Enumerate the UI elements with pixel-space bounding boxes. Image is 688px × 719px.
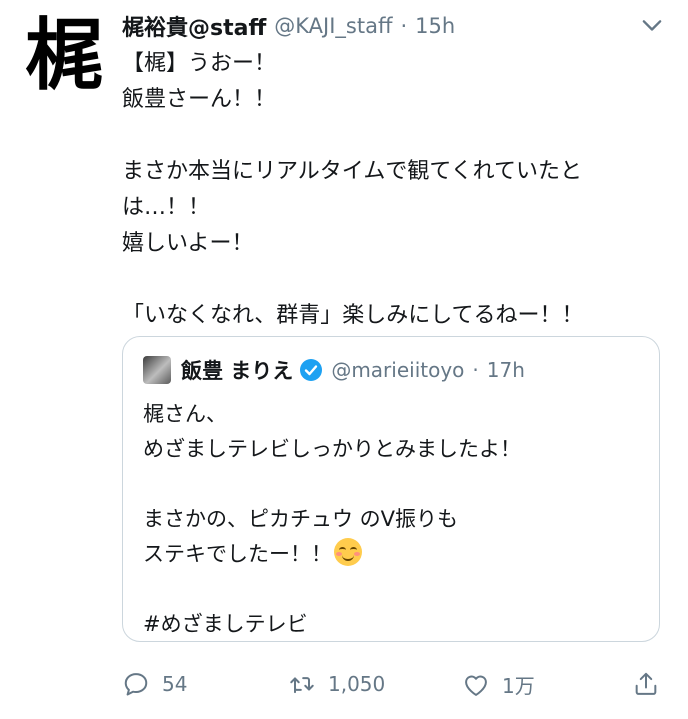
hashtag-link[interactable]: #めざましテレビ: [143, 607, 643, 642]
avatar-character: 梶: [24, 10, 103, 101]
quoted-avatar: [143, 356, 171, 384]
quoted-line: めざましテレビしっかりとみましたよ！: [143, 437, 521, 461]
tweet-timestamp[interactable]: 15h: [415, 14, 455, 38]
line-break: [143, 572, 643, 607]
retweet-button[interactable]: 1,050: [288, 670, 385, 698]
tweet-line: は…！！: [122, 195, 211, 220]
quoted-line: まさかの、ピカチュウ のV振りも: [143, 507, 459, 531]
share-button[interactable]: [632, 670, 672, 698]
reply-button[interactable]: 54: [122, 670, 187, 698]
separator-dot: ·: [400, 14, 408, 38]
separator-dot: ·: [472, 358, 479, 382]
like-count: 1万: [502, 674, 535, 698]
smiling-face-icon: [334, 538, 362, 566]
quoted-line: ステキでしたー！！: [143, 537, 643, 572]
quoted-tweet[interactable]: 飯豊 まりえ @marieiitoyo · 17h 梶さん、 めざましテレビしっ…: [122, 336, 660, 642]
tweet-line: まさか本当にリアルタイムで観てくれていたと: [122, 159, 583, 184]
quoted-handle: @marieiitoyo: [331, 358, 465, 382]
verified-icon: [300, 359, 323, 381]
line-break: [122, 262, 678, 298]
tweet-header: 梶裕貴@staff @KAJI_staff · 15h: [122, 10, 672, 42]
tweet-line: 【梶】うおー！: [122, 51, 277, 76]
reply-count: 54: [162, 672, 188, 696]
quoted-header: 飯豊 まりえ @marieiitoyo · 17h: [143, 355, 525, 385]
tweet-line: 嬉しいよー！: [122, 231, 254, 256]
chevron-down-icon[interactable]: [638, 12, 666, 40]
line-break: [122, 118, 678, 154]
tweet-line: 「いなくなれ、群青」楽しみにしてるねー！！: [122, 303, 584, 328]
like-icon: [465, 675, 487, 696]
share-icon: [635, 672, 657, 695]
retweet-count: 1,050: [328, 672, 386, 696]
line-break: [143, 467, 643, 502]
reply-icon: [124, 673, 148, 696]
quoted-author-name: 飯豊 まりえ: [181, 359, 294, 383]
author-avatar[interactable]: 梶: [16, 8, 112, 104]
quoted-line: 梶さん、: [143, 402, 227, 426]
tweet-text: 【梶】うおー！ 飯豊さーん！！ まさか本当にリアルタイムで観てくれていたと は……: [122, 46, 678, 334]
quoted-line-text: ステキでしたー！！: [143, 542, 332, 566]
author-handle[interactable]: @KAJI_staff: [274, 14, 392, 38]
like-button[interactable]: 1万: [462, 670, 535, 699]
author-name[interactable]: 梶裕貴@staff: [122, 10, 266, 42]
retweet-icon: [290, 677, 314, 694]
quoted-text: 梶さん、 めざましテレビしっかりとみましたよ！ まさかの、ピカチュウ のV振りも…: [143, 397, 643, 642]
tweet-actions: 54 1,050 1万: [122, 670, 662, 706]
tweet-line: 飯豊さーん！！: [122, 87, 277, 112]
quoted-timestamp: 17h: [486, 358, 525, 382]
